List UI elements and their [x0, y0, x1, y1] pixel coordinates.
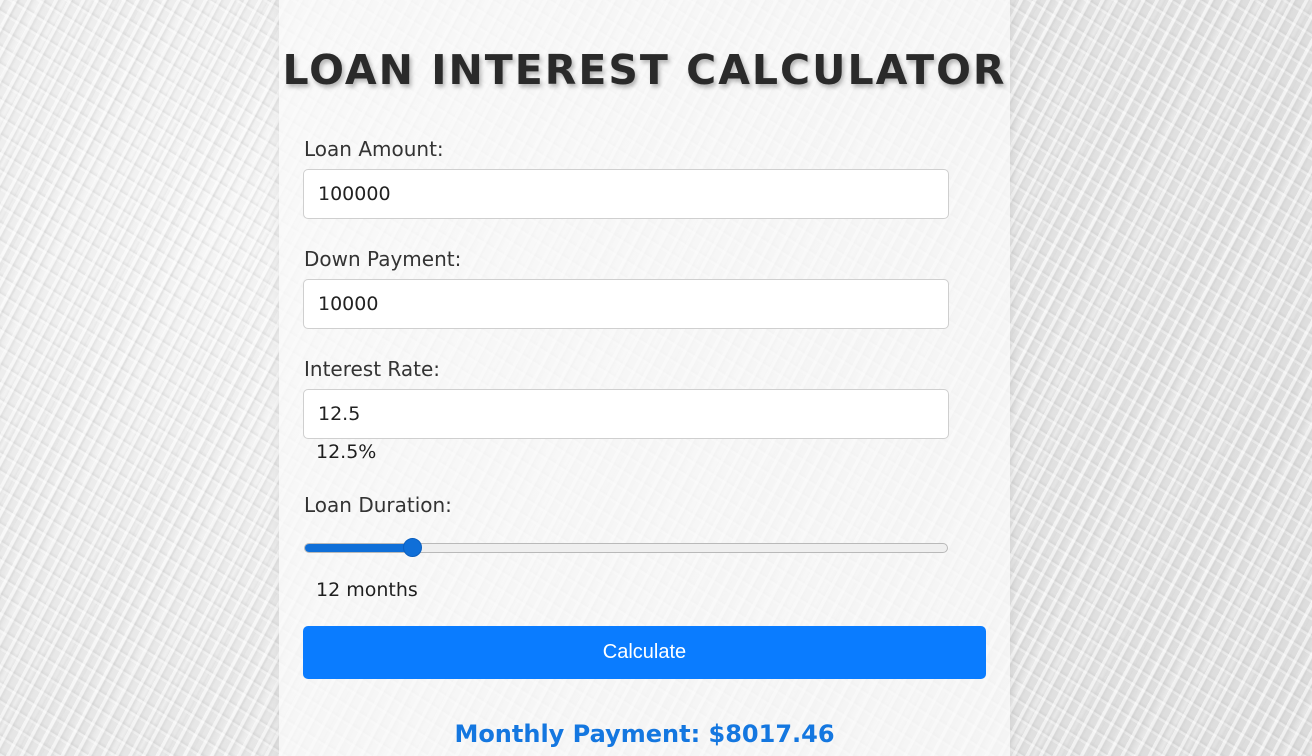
loan-amount-input[interactable]	[303, 169, 949, 219]
interest-rate-input[interactable]	[303, 389, 949, 439]
page-title: LOAN INTEREST CALCULATOR	[282, 46, 1007, 94]
loan-amount-label: Loan Amount:	[304, 137, 444, 161]
calculate-button[interactable]: Calculate	[303, 626, 986, 679]
loan-duration-slider-fill	[305, 544, 414, 552]
loan-duration-display: 12 months	[316, 579, 418, 601]
loan-duration-label: Loan Duration:	[304, 493, 452, 517]
down-payment-input[interactable]	[303, 279, 949, 329]
interest-rate-label: Interest Rate:	[304, 357, 441, 381]
interest-rate-display: 12.5%	[316, 441, 377, 463]
down-payment-label: Down Payment:	[304, 247, 462, 271]
loan-duration-slider-track[interactable]	[304, 543, 948, 553]
monthly-payment-result: Monthly Payment: $8017.46	[454, 720, 835, 748]
